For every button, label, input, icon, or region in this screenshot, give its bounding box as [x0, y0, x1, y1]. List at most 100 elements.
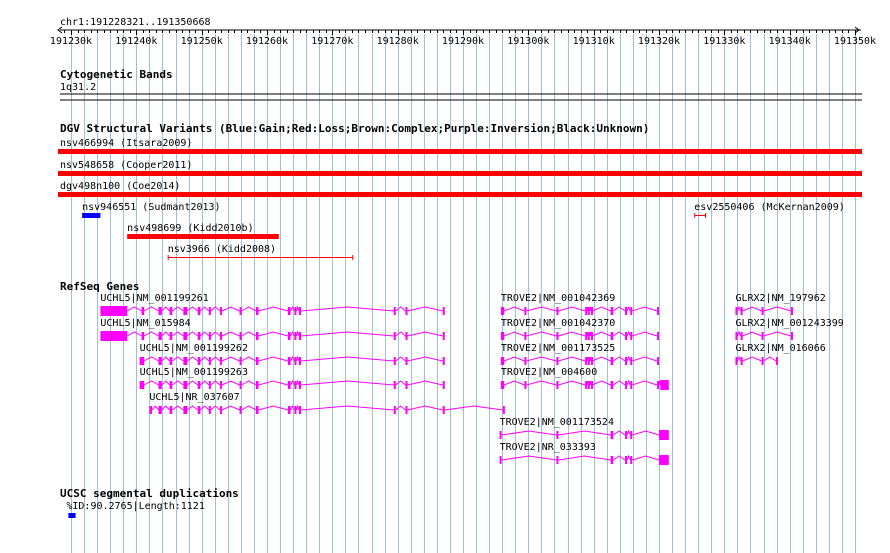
gene-intron — [241, 380, 257, 386]
gene-exon — [393, 406, 396, 414]
dgv-feature-label: nsv946551 (Sudmant2013) — [82, 202, 220, 213]
gene-exon — [610, 307, 614, 315]
gene-intron — [221, 405, 240, 411]
gene-exon — [587, 381, 590, 389]
dgv-features: nsv466994 (Itsara2009) nsv548658 (Cooper2… — [58, 138, 862, 260]
gene-label: TROVE2|NM_004600 — [501, 367, 597, 378]
gene-exon — [630, 307, 633, 315]
gene-exon — [610, 332, 614, 340]
gene-exon — [657, 332, 660, 340]
segdup-feature-label: %ID:90.2765|Length:1121 — [66, 501, 204, 512]
gene-intron — [300, 405, 394, 411]
gene-label: TROVE2|NM_001173525 — [501, 343, 615, 354]
gene-exon — [660, 380, 669, 390]
gene-exon — [239, 307, 242, 315]
gene-exon — [524, 357, 527, 365]
gene-exon — [158, 357, 162, 365]
gene-exon — [169, 307, 173, 315]
gene-intron — [221, 356, 240, 362]
gene-exon — [183, 332, 188, 340]
segdup-track-title: UCSC segmental duplications — [60, 487, 239, 500]
ruler-tick-label: 191270k — [311, 36, 353, 47]
dgv-feature-bar — [58, 149, 862, 154]
gene-intron — [300, 306, 394, 312]
gene-exon — [740, 332, 743, 340]
gene-intron — [300, 380, 394, 386]
gene-exon — [500, 307, 505, 315]
gene-label: UCHL5|NM_001199263 — [140, 367, 248, 378]
gene-exon — [630, 357, 633, 365]
gene-intron — [632, 306, 658, 312]
dgv-track[interactable]: DGV Structural Variants (Blue:Gain;Red:L… — [58, 122, 862, 260]
gene-intron — [632, 455, 660, 461]
gene-exon — [208, 357, 211, 365]
gene-exon — [630, 456, 633, 464]
gene-exon — [659, 430, 669, 440]
gene-intron — [143, 331, 159, 337]
gene-intron — [171, 331, 184, 337]
gene-exon — [287, 332, 291, 340]
gene-intron — [241, 356, 257, 362]
gene-intron — [171, 380, 184, 386]
ruler-tick-label: 191230k — [50, 36, 92, 47]
cytoband-track[interactable]: Cytogenetic Bands 1q31.2 — [60, 68, 862, 101]
gene-exon — [139, 357, 145, 365]
gene-exon — [299, 307, 302, 315]
gene-exon — [500, 357, 505, 365]
gene-intron — [589, 380, 592, 386]
gene-exon — [294, 307, 297, 315]
gene-intron — [126, 306, 142, 312]
ruler-tick-label: 191350k — [834, 36, 876, 47]
gene-intron — [612, 331, 626, 337]
refseq-track[interactable]: RefSeq Genes UCHL5|NM_001199261 TROVE2|NM… — [60, 280, 844, 465]
gene-exon — [405, 381, 408, 389]
refseq-track-title: RefSeq Genes — [60, 280, 139, 293]
gene-exon — [393, 357, 396, 365]
gene-exon — [442, 357, 445, 365]
gene-label: GLRX2|NM_001243399 — [735, 318, 843, 329]
dgv-feature-bar — [58, 192, 862, 197]
gene-exon — [287, 357, 291, 365]
ruler-ticks: 191230k 191240k 191250k 191260k 191270k 19128… — [50, 30, 876, 47]
gene-exon — [524, 332, 527, 340]
gene-exon — [255, 307, 259, 315]
ruler-track[interactable]: chr1:191228321..191350668 191230k 191240k… — [50, 17, 876, 47]
gene-exon — [556, 456, 559, 464]
gene-exon — [197, 406, 201, 414]
gene-intron — [763, 356, 777, 362]
ruler-tick-label: 191330k — [703, 36, 745, 47]
gene-intron — [186, 356, 199, 362]
gene-exon — [585, 357, 588, 365]
gene-exon — [255, 381, 259, 389]
gene-exon — [239, 406, 242, 414]
gene-exon — [208, 406, 211, 414]
gene-intron — [503, 306, 525, 312]
gene-intron — [503, 331, 525, 337]
gene-intron — [171, 356, 184, 362]
gene-exon — [761, 332, 764, 340]
gene-exon — [219, 381, 222, 389]
gene-exon — [591, 307, 594, 315]
gene-intron — [612, 455, 626, 461]
gene-exon — [405, 406, 408, 414]
gene-intron — [200, 331, 210, 337]
gene-intron — [589, 356, 592, 362]
gene-exon — [524, 307, 527, 315]
gene-exon — [610, 431, 614, 439]
gene-exon — [761, 357, 764, 365]
gene-label: TROVE2|NM_001042369 — [501, 293, 615, 304]
gene-exon — [299, 381, 302, 389]
dgv-track-title: DGV Structural Variants (Blue:Gain;Red:L… — [60, 122, 649, 135]
gene-exon — [591, 357, 594, 365]
gene-intron — [300, 331, 394, 337]
gene-exon — [183, 406, 188, 414]
gene-exon — [183, 381, 188, 389]
gene-intron — [626, 305, 631, 312]
dgv-feature-label: nsv3966 (Kidd2008) — [168, 244, 276, 255]
gene-intron — [632, 331, 658, 337]
gene-exon — [100, 306, 128, 316]
ruler-tick-label: 191290k — [442, 36, 484, 47]
dgv-feature-bar — [58, 171, 862, 176]
gene-exon — [735, 307, 738, 315]
gene-exon — [630, 332, 633, 340]
